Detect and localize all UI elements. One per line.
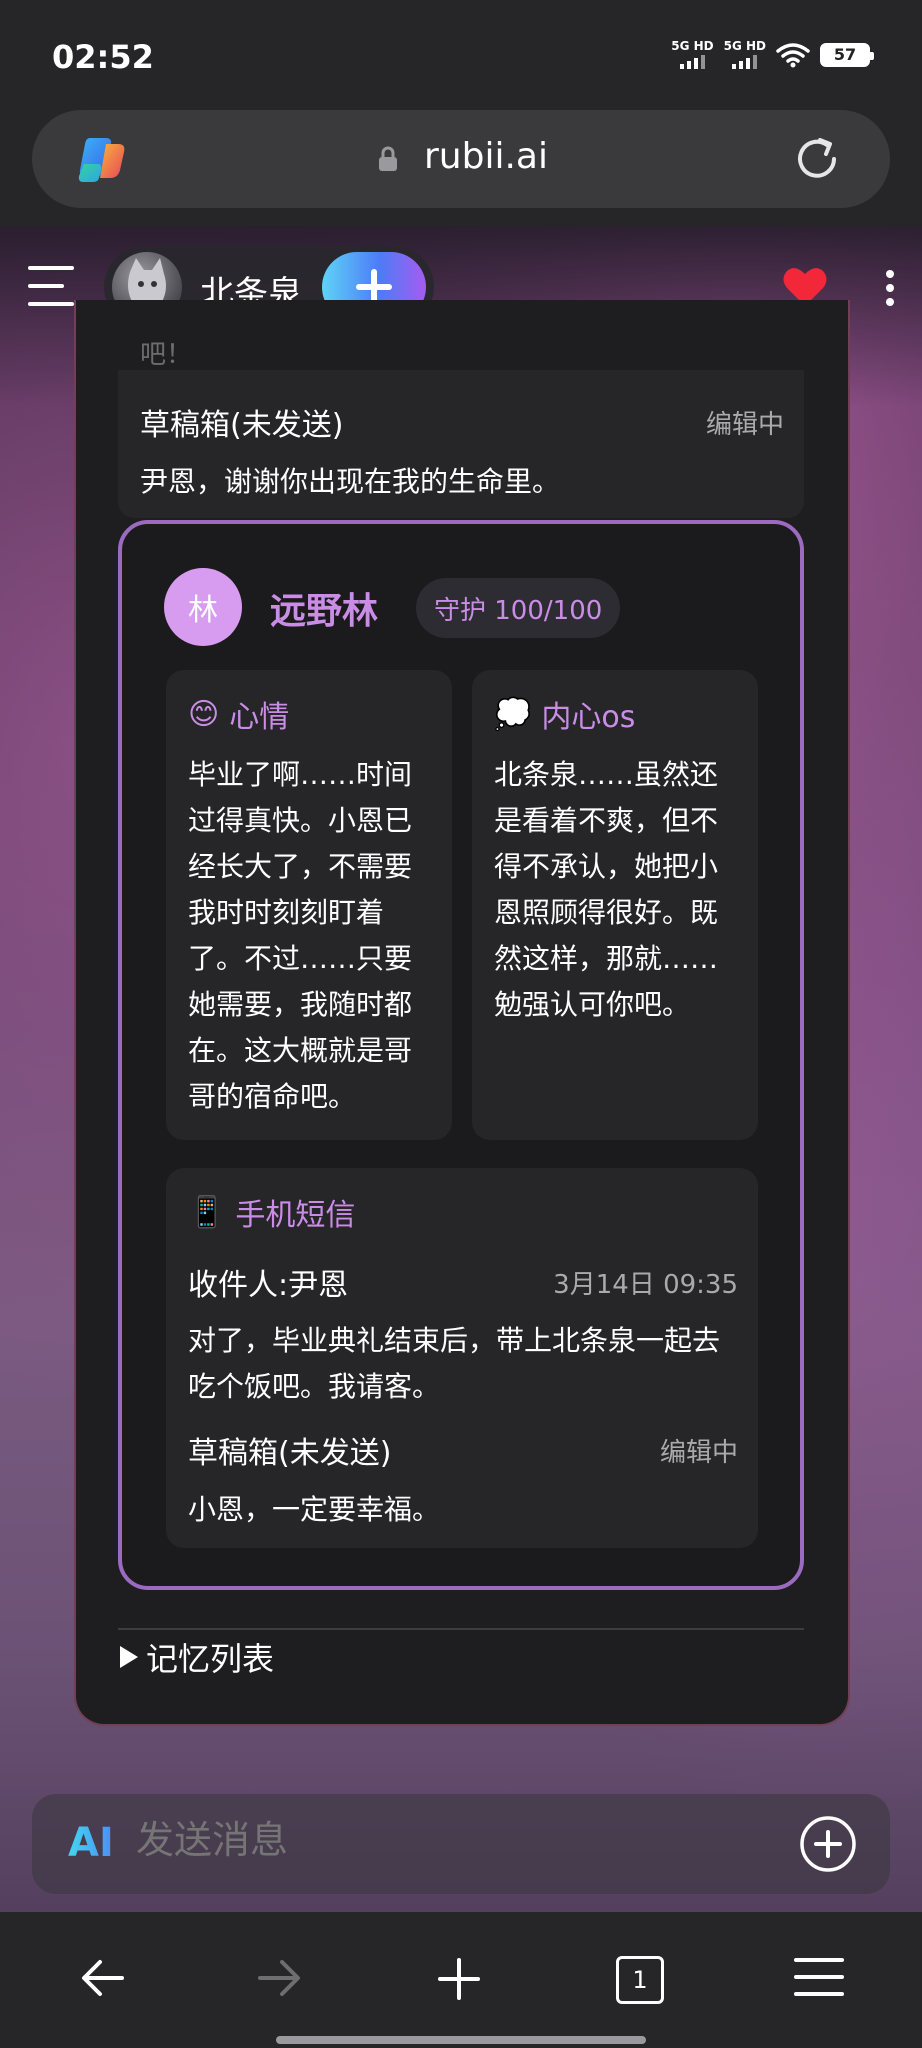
sms-title: 手机短信 <box>235 1198 356 1233</box>
guard-badge: 守护 100/100 <box>416 578 621 638</box>
address-bar[interactable]: rubii.ai <box>32 110 890 208</box>
status-avatar: 林 <box>164 568 242 646</box>
mood-title: 心情 <box>229 700 290 735</box>
wifi-icon <box>776 42 810 67</box>
character-status-card: 林 远野林 守护 100/100 😊 心情 毕业了啊……时间过得真快。小恩已经长… <box>118 520 804 1590</box>
menu-icon[interactable] <box>28 264 76 308</box>
copilot-icon[interactable] <box>76 134 132 186</box>
status-icons: 5G HD 5G HD 57 <box>671 40 874 69</box>
status-time: 02:52 <box>52 38 154 76</box>
browser-menu-icon[interactable] <box>794 1956 844 1998</box>
memory-list-toggle[interactable]: 记忆列表 <box>118 1634 274 1680</box>
draft-state: 编辑中 <box>705 410 784 440</box>
home-indicator[interactable] <box>276 2036 646 2044</box>
inner-thought-title: 内心os <box>541 700 636 735</box>
message-input[interactable] <box>136 1818 656 1862</box>
draft-title: 草稿箱(未发送) <box>140 408 344 443</box>
browser-bottom-nav: 1 <box>0 1912 922 2048</box>
smile-icon: 😊 <box>188 696 220 732</box>
add-circle-icon[interactable] <box>798 1814 858 1874</box>
more-options-icon[interactable] <box>884 270 896 306</box>
lock-icon <box>379 146 397 171</box>
triangle-right-icon <box>120 1646 138 1668</box>
new-tab-icon[interactable] <box>436 1956 482 2002</box>
sms-body: 对了，毕业典礼结束后，带上北条泉一起去吃个饭吧。我请客。 <box>188 1324 721 1403</box>
sms-recipient: 收件人:尹恩 <box>188 1268 349 1303</box>
truncated-text: 吧！ <box>140 340 193 370</box>
status-bar: 02:52 5G HD 5G HD 57 <box>0 0 922 110</box>
ai-icon[interactable]: AI <box>68 1820 114 1866</box>
reload-icon[interactable] <box>790 132 844 186</box>
divider <box>118 1628 804 1630</box>
sms-draft-state: 编辑中 <box>659 1438 738 1468</box>
sms-timestamp: 3月14日 09:35 <box>553 1270 738 1300</box>
url-text[interactable]: rubii.ai <box>424 136 548 177</box>
draft-panel: 草稿箱(未发送) 编辑中 尹恩，谢谢你出现在我的生命里。 <box>118 370 804 518</box>
signal-icon: 5G HD <box>671 40 714 69</box>
back-arrow-icon[interactable] <box>80 1956 126 2000</box>
tabs-button[interactable]: 1 <box>616 1956 664 2004</box>
sms-panel: 📱 手机短信 收件人:尹恩 3月14日 09:35 对了，毕业典礼结束后，带上北… <box>166 1168 758 1548</box>
forward-arrow-icon[interactable] <box>256 1956 302 2000</box>
tab-count: 1 <box>632 1966 648 1994</box>
sms-draft-title: 草稿箱(未发送) <box>188 1436 392 1471</box>
memory-list-label: 记忆列表 <box>146 1640 275 1678</box>
phone-icon: 📱 <box>188 1194 226 1230</box>
draft-body: 尹恩，谢谢你出现在我的生命里。 <box>140 465 561 498</box>
status-character-name: 远野林 <box>270 591 379 632</box>
browser-toolbar: rubii.ai <box>0 110 922 226</box>
battery-icon: 57 <box>820 42 874 67</box>
mood-panel: 😊 心情 毕业了啊……时间过得真快。小恩已经长大了，不需要我时时刻刻盯着了。不过… <box>166 670 452 1140</box>
mood-text: 毕业了啊……时间过得真快。小恩已经长大了，不需要我时时刻刻盯着了。不过……只要她… <box>188 758 413 1113</box>
thought-bubble-icon: 💭 <box>494 696 532 732</box>
message-composer: AI <box>32 1794 890 1894</box>
inner-thought-text: 北条泉……虽然还是看着不爽，但不得不承认，她把小恩照顾得很好。既然这样，那就……… <box>494 758 719 1021</box>
inner-thought-panel: 💭 内心os 北条泉……虽然还是看着不爽，但不得不承认，她把小恩照顾得很好。既然… <box>472 670 758 1140</box>
sms-draft-body: 小恩，一定要幸福。 <box>188 1493 441 1526</box>
signal-icon: 5G HD <box>724 40 766 69</box>
